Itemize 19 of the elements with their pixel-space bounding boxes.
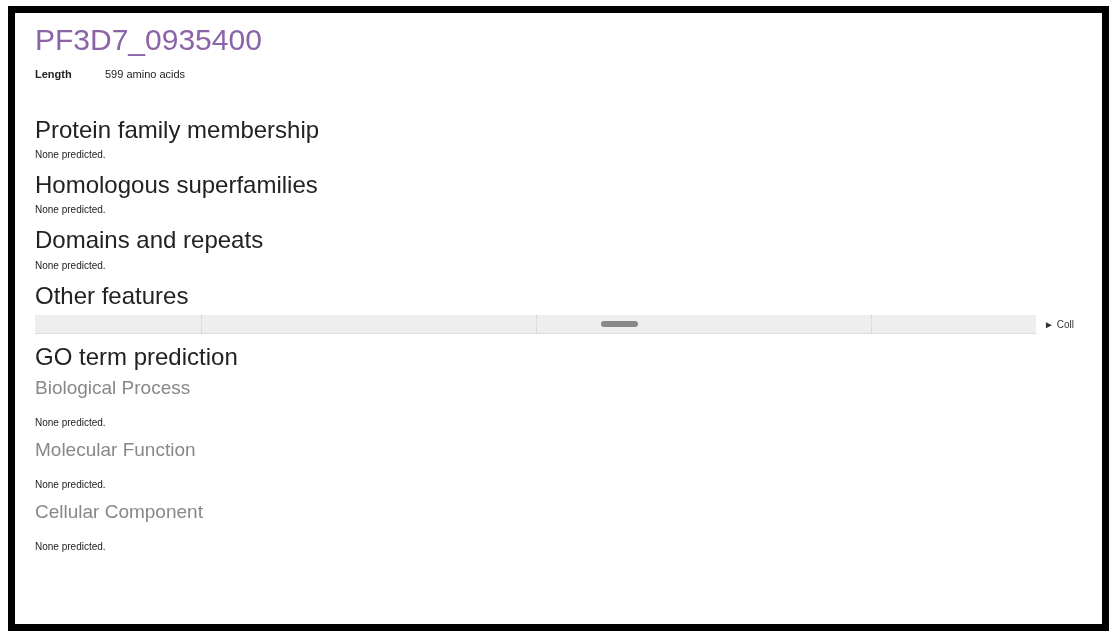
collapse-link[interactable]: ► Coll xyxy=(1044,317,1074,333)
section-heading: Domains and repeats xyxy=(35,227,265,254)
length-value: 599 amino acids xyxy=(105,67,186,82)
none-predicted-text: None predicted. xyxy=(35,258,107,273)
section-heading: GO term prediction xyxy=(35,344,239,371)
none-predicted-text: None predicted. xyxy=(35,147,107,162)
subsection-heading: Molecular Function xyxy=(35,440,197,462)
length-label: Length xyxy=(35,67,73,82)
section-heading: Protein family membership xyxy=(35,116,321,143)
page-title: PF3D7_0935400 xyxy=(35,23,263,56)
none-predicted-text: None predicted. xyxy=(35,203,107,218)
none-predicted-text: None predicted. xyxy=(35,478,107,493)
feature-marker-icon xyxy=(601,321,638,328)
none-predicted-text: None predicted. xyxy=(35,540,107,555)
subsection-heading: Cellular Component xyxy=(35,502,204,524)
section-heading: Homologous superfamilies xyxy=(35,171,319,199)
none-predicted-text: None predicted. xyxy=(35,416,107,431)
subsection-heading: Biological Process xyxy=(35,378,192,400)
section-heading: Other features xyxy=(35,282,190,310)
